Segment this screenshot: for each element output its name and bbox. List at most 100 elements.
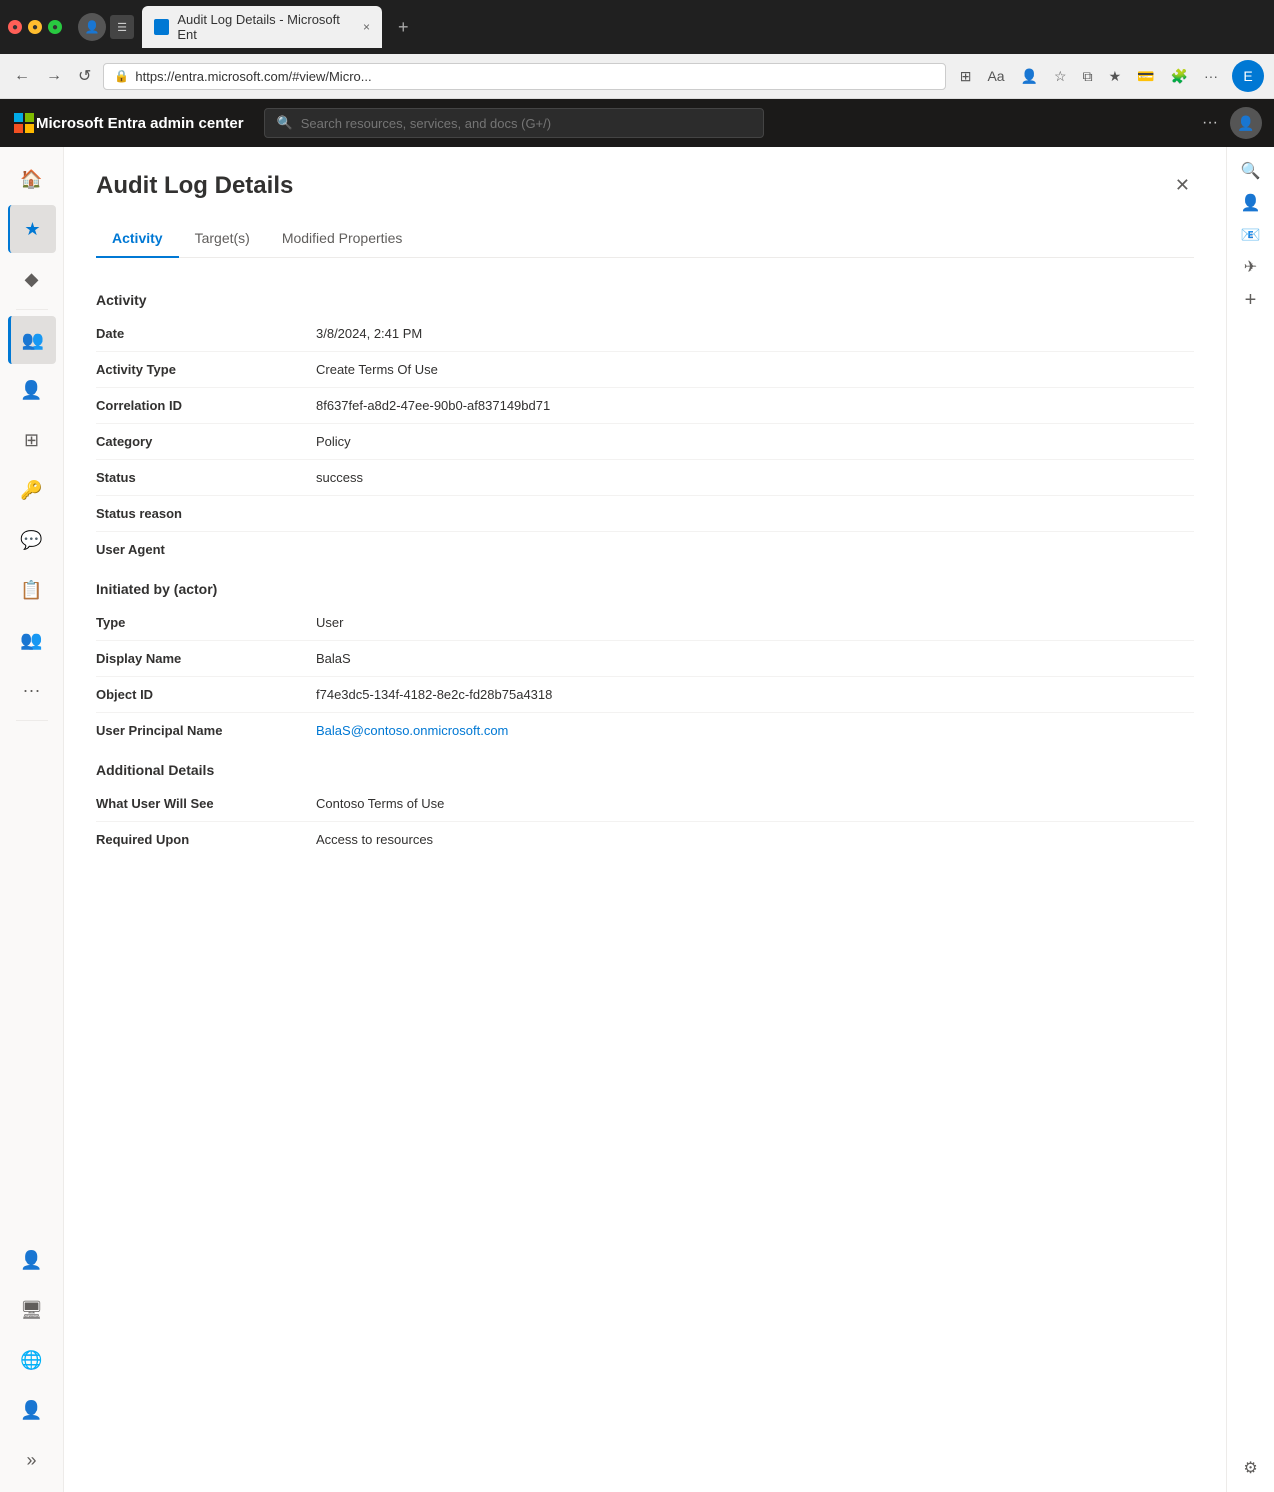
panel-title: Audit Log Details [96,172,293,200]
tab-targets[interactable]: Target(s) [179,220,266,258]
sidebar-item-profile[interactable]: 👤 [8,1386,56,1434]
star-icon: ★ [24,219,40,240]
field-activity-type: Activity Type Create Terms Of Use [96,352,1194,388]
right-add-icon[interactable]: + [1239,283,1263,318]
right-outlook-icon[interactable]: 📧 [1235,219,1267,251]
user-avatar[interactable]: 👤 [1230,107,1262,139]
actor-section: Initiated by (actor) Type User Display N… [96,567,1194,748]
sidebar-toggle-btn[interactable]: ☰ [110,15,134,39]
users-icon: 👥 [22,330,44,351]
date-value: 3/8/2024, 2:41 PM [316,326,1194,341]
sidebar-item-admin-units[interactable]: 👤 [8,1236,56,1284]
sidebar-item-chat[interactable]: 💬 [8,516,56,564]
field-required-upon: Required Upon Access to resources [96,822,1194,857]
activity-section-heading: Activity [96,278,1194,316]
header-search[interactable]: 🔍 [264,108,764,138]
tab-close-btn[interactable]: × [363,20,370,34]
profile-icon: 👤 [20,1400,42,1421]
sidebar-item-reports[interactable]: 📋 [8,566,56,614]
reports-icon: 📋 [20,580,42,601]
sidebar-divider-1 [16,309,48,310]
sidebar-item-entra[interactable]: ◆ [8,255,56,303]
header-search-input[interactable] [301,116,751,131]
account-icon[interactable]: 👤 [1015,64,1044,89]
sidebar-item-roles[interactable]: 🔑 [8,466,56,514]
back-btn[interactable]: ← [10,63,34,89]
edge-profile-btn[interactable]: E [1232,60,1264,92]
url-text: https://entra.microsoft.com/#view/Micro.… [135,69,371,84]
panel-close-btn[interactable]: ✕ [1171,171,1194,200]
tab-modified-properties[interactable]: Modified Properties [266,220,419,258]
active-tab[interactable]: Audit Log Details - Microsoft Ent × [142,6,382,48]
right-send-icon[interactable]: ✈ [1238,251,1263,283]
sidebar-item-identity[interactable]: 👤 [8,366,56,414]
right-search-icon[interactable]: 🔍 [1235,155,1267,187]
status-value: success [316,470,1194,485]
window-close-btn[interactable]: ● [8,20,22,34]
browser-toolbar: ← → ↺ 🔒 https://entra.microsoft.com/#vie… [0,54,1274,99]
sidebar-item-groups[interactable]: 👥 [8,616,56,664]
display-name-label: Display Name [96,651,316,666]
user-agent-label: User Agent [96,542,316,557]
more-btn[interactable]: ··· [1198,64,1224,89]
star-icon[interactable]: ☆ [1048,64,1073,89]
sidebar-item-home[interactable]: 🏠 [8,155,56,203]
wallet-icon[interactable]: 💳 [1131,64,1160,89]
sidebar-item-more[interactable]: ··· [8,666,56,714]
tab-activity[interactable]: Activity [96,220,179,258]
category-value: Policy [316,434,1194,449]
profile-btn[interactable]: 👤 [78,13,106,41]
group-icon: 👥 [20,630,42,651]
app-logo [12,111,36,135]
activity-type-value: Create Terms Of Use [316,362,1194,377]
what-user-will-see-value: Contoso Terms of Use [316,796,1194,811]
chat-icon: 💬 [20,530,42,551]
sidebar-item-users[interactable]: 👥 [8,316,56,364]
sidebar-item-global[interactable]: 🌐 [8,1336,56,1384]
panel-header: Audit Log Details ✕ [96,171,1194,200]
sidebar-item-devices[interactable]: 🖥 [8,1286,56,1334]
new-tab-btn[interactable]: + [390,13,417,42]
status-label: Status [96,470,316,485]
field-category: Category Policy [96,424,1194,460]
right-person-icon[interactable]: 👤 [1235,187,1267,219]
main-content: Audit Log Details ✕ Activity Target(s) M… [64,147,1226,1492]
required-upon-value: Access to resources [316,832,1194,847]
global-icon: 🌐 [20,1350,42,1371]
category-label: Category [96,434,316,449]
extensions-icon[interactable]: 🧩 [1165,64,1194,89]
more-icon: ··· [23,680,41,701]
home-icon: 🏠 [20,169,42,190]
field-correlation-id: Correlation ID 8f637fef-a8d2-47ee-90b0-a… [96,388,1194,424]
field-object-id: Object ID f74e3dc5-134f-4182-8e2c-fd28b7… [96,677,1194,713]
upn-value[interactable]: BalaS@contoso.onmicrosoft.com [316,723,1194,738]
grid-icon: ⊞ [24,430,39,451]
app-body: 🏠 ★ ◆ 👥 👤 ⊞ 🔑 💬 📋 👥 ··· [0,147,1274,1492]
object-id-value: f74e3dc5-134f-4182-8e2c-fd28b75a4318 [316,687,1194,702]
right-settings-icon[interactable]: ⚙ [1237,1452,1263,1484]
more-options-btn[interactable]: ··· [1202,114,1218,132]
browser-titlebar: ● ● ● 👤 ☰ Audit Log Details - Microsoft … [0,0,1274,54]
address-bar[interactable]: 🔒 https://entra.microsoft.com/#view/Micr… [103,63,945,90]
window-max-btn[interactable]: ● [48,20,62,34]
field-what-user-will-see: What User Will See Contoso Terms of Use [96,786,1194,822]
reader-icon[interactable]: Aa [981,64,1010,89]
date-label: Date [96,326,316,341]
split-icon[interactable]: ⧉ [1077,64,1099,89]
sidebar-item-apps[interactable]: ⊞ [8,416,56,464]
tab-title: Audit Log Details - Microsoft Ent [177,12,355,42]
status-reason-label: Status reason [96,506,316,521]
lock-icon: 🔒 [114,69,129,83]
forward-btn[interactable]: → [42,63,66,89]
header-search-icon: 🔍 [277,115,293,131]
window-min-btn[interactable]: ● [28,20,42,34]
sidebar-item-expand[interactable]: » [8,1436,56,1484]
type-label: Type [96,615,316,630]
sidebar-item-favorites[interactable]: ★ [8,205,56,253]
refresh-btn[interactable]: ↺ [74,62,95,90]
apps-icon[interactable]: ⊞ [954,64,978,89]
devices-icon: 🖥 [20,1300,43,1321]
header-right: ··· 👤 [1202,107,1262,139]
person-circle-icon: 👤 [20,380,42,401]
collections-icon[interactable]: ★ [1103,64,1128,89]
